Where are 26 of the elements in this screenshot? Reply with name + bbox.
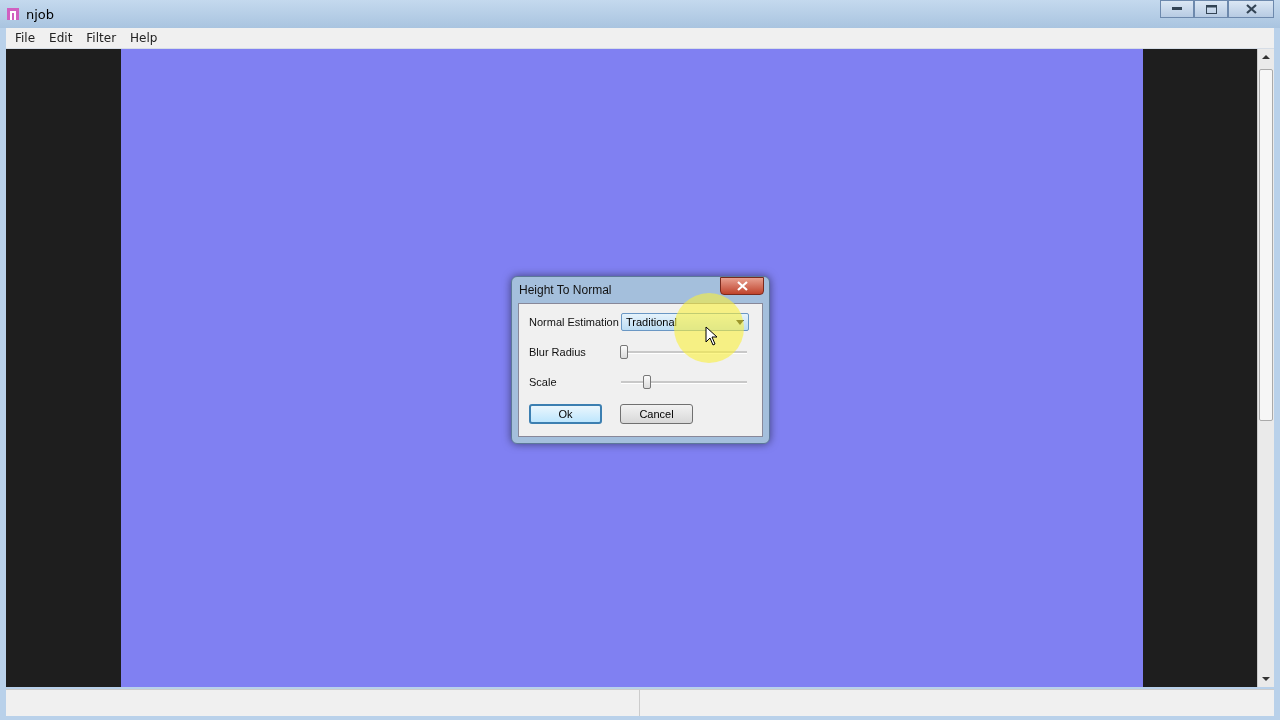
app-icon xyxy=(6,7,20,21)
field-label: Normal Estimation xyxy=(529,316,620,328)
menu-item[interactable]: Edit xyxy=(42,29,80,47)
close-icon xyxy=(736,281,748,291)
dialog-title: Height To Normal xyxy=(519,283,613,297)
caret-icon xyxy=(736,319,744,325)
maximize-button[interactable] xyxy=(1194,0,1228,18)
menu-item[interactable]: File xyxy=(8,29,43,47)
minimize-icon xyxy=(1172,7,1182,11)
slider-thumb[interactable] xyxy=(619,345,628,359)
dropdown[interactable]: Traditional xyxy=(621,313,749,331)
menu-item[interactable]: Help xyxy=(123,29,165,47)
dialog-close-button[interactable] xyxy=(720,277,764,295)
pointer-icon xyxy=(705,326,718,346)
close-button[interactable] xyxy=(1228,0,1274,18)
field-label: Blur Radius xyxy=(529,346,587,358)
slider-thumb[interactable] xyxy=(643,375,652,389)
menu-item[interactable]: Filter xyxy=(79,29,124,47)
dialog-button[interactable]: Ok xyxy=(529,404,602,424)
close-icon xyxy=(1245,4,1257,14)
maximize-icon xyxy=(1205,4,1217,14)
minimize-button[interactable] xyxy=(1160,0,1194,18)
dialog-button[interactable]: Cancel xyxy=(620,404,693,424)
window-title: njob xyxy=(26,6,56,22)
vertical-scrollbar[interactable] xyxy=(1257,49,1274,687)
field-label: Scale xyxy=(529,376,558,388)
